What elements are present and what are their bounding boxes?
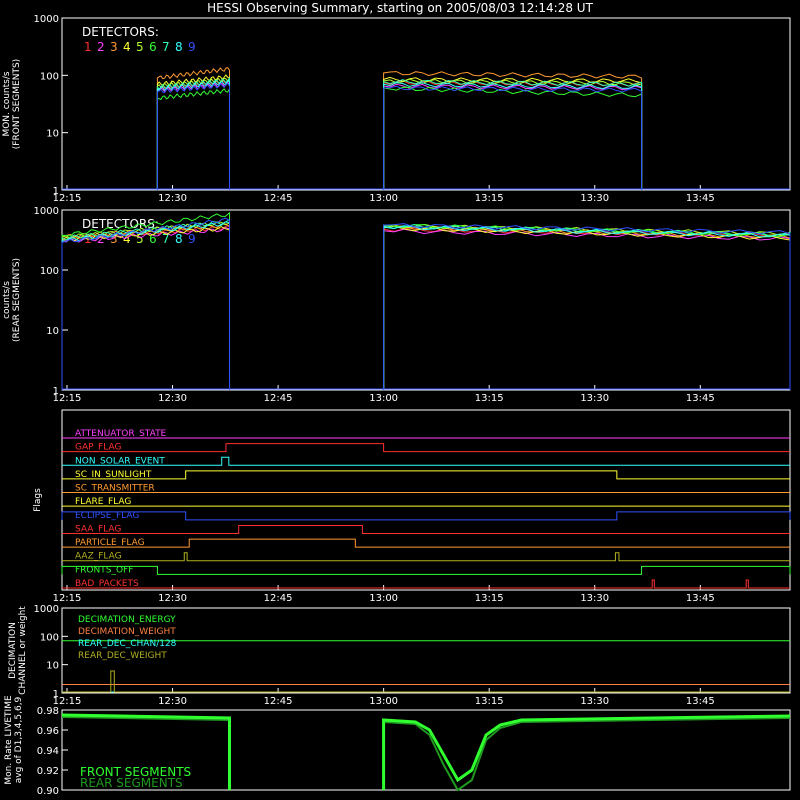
y-axis-label-line: CHANNEL or weight <box>18 606 28 695</box>
x-tick-label: 13:15 <box>475 593 504 604</box>
x-tick-label: 12:30 <box>158 393 187 404</box>
x-tick-label: 13:00 <box>369 696 398 707</box>
x-tick-label: 12:30 <box>158 593 187 604</box>
legend-entry: 1 <box>84 40 92 54</box>
y-axis-label: Flags <box>33 488 43 512</box>
x-tick-label: 12:45 <box>264 393 293 404</box>
y-tick-label: 0.96 <box>37 726 59 737</box>
y-tick-label: 0.90 <box>37 786 59 797</box>
y-axis-label-line: counts/s <box>2 281 12 319</box>
series-label: DECIMATION_WEIGHT <box>78 627 176 637</box>
y-tick-label: 0.98 <box>37 706 59 717</box>
legend-entry: FRONT SEGMENTS <box>80 765 191 779</box>
y-axis-label-line: avg of D1,3,4,5,6,9 <box>14 696 24 783</box>
legend-entry: 6 <box>149 40 157 54</box>
legend-entry: 8 <box>175 40 183 54</box>
x-tick-label: 13:00 <box>369 393 398 404</box>
y-axis-label-line: (FRONT SEGMENTS) <box>12 59 22 149</box>
legend-entry: 9 <box>188 40 196 54</box>
y-tick-label: 100 <box>40 71 59 82</box>
y-tick-label: 1000 <box>34 14 59 25</box>
y-axis-label-line: Flags <box>33 488 43 512</box>
x-tick-label: 13:15 <box>475 696 504 707</box>
x-tick-label: 13:15 <box>475 193 504 204</box>
x-tick-label: 12:15 <box>53 193 82 204</box>
legend-entry: 7 <box>162 40 170 54</box>
x-tick-label: 13:30 <box>580 593 609 604</box>
figure-title: HESSI Observing Summary, starting on 200… <box>207 1 593 15</box>
y-tick-label: 100 <box>40 632 59 643</box>
x-tick-label: 13:15 <box>475 393 504 404</box>
legend-entry: 3 <box>110 40 118 54</box>
x-tick-label: 12:15 <box>53 593 82 604</box>
x-tick-label: 12:30 <box>158 193 187 204</box>
legend-entry: 2 <box>97 40 105 54</box>
y-axis-label-line: DECIMATION <box>8 622 18 679</box>
x-tick-label: 13:45 <box>686 393 715 404</box>
y-tick-label: 10 <box>46 326 59 337</box>
x-tick-label: 13:30 <box>580 393 609 404</box>
x-tick-label: 12:30 <box>158 696 187 707</box>
x-tick-label: 13:00 <box>369 593 398 604</box>
legend-entry: 4 <box>123 40 131 54</box>
y-axis-label: MON. counts/s(FRONT SEGMENTS) <box>2 59 22 149</box>
x-tick-label: 13:30 <box>580 696 609 707</box>
y-axis-label-text: MON. counts/s(FRONT SEGMENTS) <box>2 59 22 149</box>
x-tick-label: 13:30 <box>580 193 609 204</box>
y-axis-label-line: (REAR SEGMENTS) <box>12 258 22 342</box>
y-tick-label: 10 <box>46 129 59 140</box>
y-axis-label-text: Mon. Rate LIVETIMEavg of D1,3,4,5,6,9 <box>4 695 24 785</box>
series-label: DECIMATION_ENERGY <box>78 615 176 625</box>
x-tick-label: 12:45 <box>264 193 293 204</box>
x-tick-label: 12:15 <box>53 393 82 404</box>
y-axis-label: Mon. Rate LIVETIMEavg of D1,3,4,5,6,9 <box>4 695 24 785</box>
y-tick-label: 1000 <box>34 206 59 217</box>
series-label: REAR_DEC_CHAN/128 <box>78 639 177 649</box>
x-tick-label: 13:45 <box>686 696 715 707</box>
x-tick-label: 13:00 <box>369 193 398 204</box>
x-tick-label: 13:45 <box>686 593 715 604</box>
hessi-summary-figure: HESSI Observing Summary, starting on 200… <box>0 0 800 800</box>
legend-entry: 5 <box>136 40 144 54</box>
y-axis-label-line: MON. counts/s <box>2 71 12 136</box>
y-axis-label-line: Mon. Rate LIVETIME <box>4 695 14 785</box>
y-tick-label: 100 <box>40 266 59 277</box>
legend-entry: 9 <box>188 232 196 246</box>
figure-background <box>0 0 800 800</box>
y-tick-label: 1000 <box>34 604 59 615</box>
series-label: REAR_DEC_WEIGHT <box>78 651 167 661</box>
x-tick-label: 13:45 <box>686 193 715 204</box>
y-axis-label-text: Flags <box>33 488 43 512</box>
y-tick-label: 0.92 <box>37 766 59 777</box>
legend-entry: 8 <box>175 232 183 246</box>
x-tick-label: 12:45 <box>264 696 293 707</box>
y-tick-label: 10 <box>46 661 59 672</box>
x-tick-label: 12:45 <box>264 593 293 604</box>
y-tick-label: 0.94 <box>37 746 59 757</box>
legend-title: DETECTORS: <box>82 25 159 39</box>
